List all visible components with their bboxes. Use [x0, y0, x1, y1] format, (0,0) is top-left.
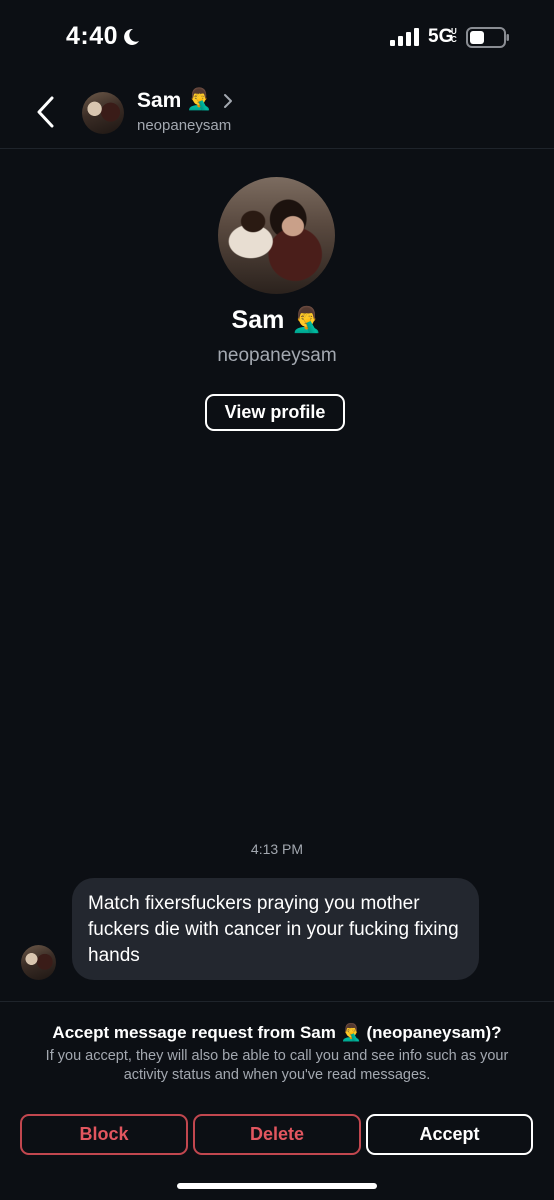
- moon-icon: [124, 28, 139, 45]
- profile-username: neopaneysam: [217, 345, 337, 366]
- profile-name: Sam 🤦‍♂️: [231, 306, 323, 334]
- status-time: 4:40: [66, 22, 119, 50]
- header-emoji: 🤦‍♂️: [186, 88, 213, 111]
- delete-button[interactable]: Delete: [193, 1114, 361, 1155]
- chevron-right-icon[interactable]: [222, 92, 234, 110]
- network-label: 5G: [428, 26, 454, 47]
- message-timestamp: 4:13 PM: [250, 841, 304, 857]
- signal-icon: [390, 28, 419, 46]
- network-sub-label: UC: [451, 27, 457, 44]
- request-title: Accept message request from Sam 🤦‍♂️ (ne…: [52, 1023, 502, 1042]
- footer-divider: [0, 1001, 554, 1002]
- back-button[interactable]: [30, 92, 62, 132]
- accept-button[interactable]: Accept: [366, 1114, 533, 1155]
- header-divider: [0, 148, 554, 149]
- message-sender-avatar[interactable]: [21, 945, 56, 980]
- header-username: neopaneysam: [137, 117, 232, 134]
- header-name[interactable]: Sam: [137, 89, 181, 113]
- block-button[interactable]: Block: [20, 1114, 188, 1155]
- message-bubble[interactable]: Match fixersfuckers praying you mother f…: [72, 878, 479, 980]
- battery-icon: [466, 27, 509, 48]
- request-description: If you accept, they will also be able to…: [45, 1048, 509, 1083]
- view-profile-button[interactable]: View profile: [205, 394, 345, 431]
- profile-avatar[interactable]: [218, 177, 335, 294]
- header-avatar[interactable]: [82, 92, 124, 134]
- home-indicator[interactable]: [177, 1183, 377, 1189]
